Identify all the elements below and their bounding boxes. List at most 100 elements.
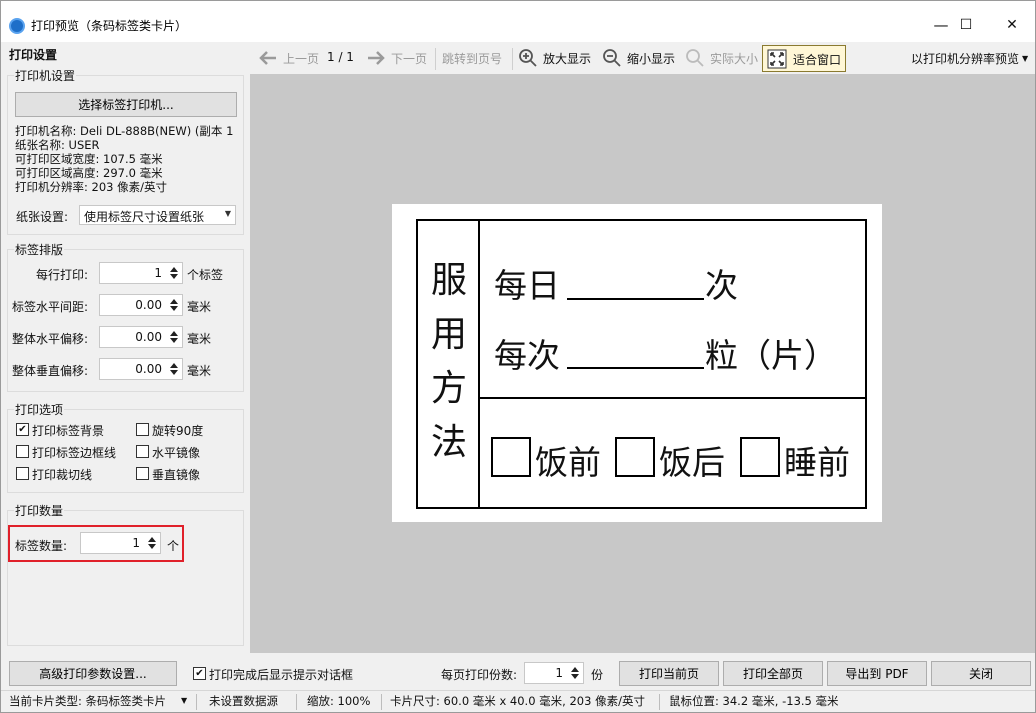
printable-height: 可打印区域高度: 297.0 毫米	[15, 166, 163, 180]
title-bar: 打印预览（条码标签类卡片） — ☐ ✕	[1, 1, 1035, 42]
h-offset-value: 0.00	[135, 330, 162, 344]
status-card-size: 卡片尺寸: 60.0 毫米 x 40.0 毫米, 203 像素/英寸	[390, 694, 645, 708]
printer-name: 打印机名称: Deli DL-888B(NEW) (副本 1	[15, 124, 234, 138]
copies-value: 1	[555, 666, 563, 680]
panel-title: 打印设置	[9, 48, 58, 62]
paper-settings-label: 纸张设置:	[16, 210, 69, 224]
label-count-unit: 个	[167, 539, 180, 553]
resolution-preview-dropdown[interactable]: 以打印机分辨率预览	[911, 50, 1019, 67]
spin-arrows-icon	[148, 537, 156, 549]
page-indicator: 1 / 1	[327, 50, 354, 64]
per-row-stepper[interactable]: 1	[99, 262, 183, 284]
h-offset-stepper[interactable]: 0.00	[99, 326, 183, 348]
spin-arrows-icon	[170, 299, 178, 311]
fit-window-icon	[767, 49, 787, 69]
status-separator	[296, 694, 297, 710]
v-mirror-checkbox[interactable]	[136, 467, 149, 480]
zoom-out-icon	[603, 49, 621, 67]
advanced-settings-button[interactable]: 高级打印参数设置...	[9, 661, 177, 686]
spin-arrows-icon	[170, 267, 178, 279]
label-border: 服 用 方 法 每日 次 每次 粒（片） 饭前 饭后 睡前	[416, 219, 867, 509]
status-separator	[659, 694, 660, 710]
status-mouse-position: 鼠标位置: 34.2 毫米, -13.5 毫米	[669, 694, 839, 708]
h-spacing-value: 0.00	[135, 298, 162, 312]
per-row-label: 每行打印:	[36, 268, 89, 282]
label-preview: 服 用 方 法 每日 次 每次 粒（片） 饭前 饭后 睡前	[392, 204, 882, 522]
label-checkbox	[740, 437, 780, 477]
group-label: 标签排版	[14, 241, 65, 258]
label-daily-blank	[567, 298, 704, 300]
h-spacing-unit: 毫米	[187, 300, 212, 314]
print-preview-window: 打印预览（条码标签类卡片） — ☐ ✕ 打印设置 打印机设置 选择标签打印机..…	[0, 0, 1036, 713]
arrow-left-icon	[259, 51, 276, 65]
h-spacing-stepper[interactable]: 0.00	[99, 294, 183, 316]
show-dialog-checkbox[interactable]: ✔	[193, 667, 206, 680]
spin-arrows-icon	[571, 667, 579, 679]
label-dose-blank	[567, 367, 704, 369]
h-offset-unit: 毫米	[187, 332, 212, 346]
label-before-sleep: 睡前	[784, 443, 850, 482]
show-dialog-label: 打印完成后显示提示对话框	[209, 668, 354, 682]
next-page-button[interactable]: 下一页	[391, 50, 427, 67]
print-all-button[interactable]: 打印全部页	[723, 661, 823, 686]
copies-unit: 份	[591, 668, 604, 682]
status-bar: 当前卡片类型: 条码标签类卡片 ▼ 未设置数据源 缩放: 100% 卡片尺寸: …	[1, 690, 1035, 712]
label-vertical-char: 服	[430, 260, 467, 301]
v-offset-label: 整体垂直偏移:	[12, 364, 89, 378]
v-offset-value: 0.00	[135, 362, 162, 376]
label-vertical-char: 法	[430, 422, 467, 463]
maximize-button[interactable]: ☐	[946, 10, 986, 40]
zoom-in-icon	[519, 49, 537, 67]
copies-stepper[interactable]: 1	[524, 662, 584, 684]
print-options-group: 打印选项 ✔ 打印标签背景 旋转90度 打印标签边框线 水平镜像 打印裁切线 垂…	[7, 401, 244, 493]
paper-name: 纸张名称: USER	[15, 138, 100, 152]
v-mirror-label: 垂直镜像	[152, 468, 201, 482]
paper-settings-value: 使用标签尺寸设置纸张	[84, 210, 205, 224]
label-layout-group: 标签排版 每行打印: 1 个标签 标签水平间距: 0.00 毫米 整体水平偏移:…	[7, 241, 244, 392]
spin-arrows-icon	[170, 363, 178, 375]
fit-window-label: 适合窗口	[793, 53, 842, 67]
label-divider-vertical	[478, 221, 480, 507]
window-title: 打印预览（条码标签类卡片）	[31, 19, 188, 33]
rotate-90-checkbox[interactable]	[136, 423, 149, 436]
group-label: 打印数量	[14, 502, 65, 519]
label-vertical-char: 方	[430, 368, 467, 409]
per-row-unit: 个标签	[187, 268, 224, 282]
zoom-in-button[interactable]: 放大显示	[543, 50, 591, 67]
label-daily-suffix: 次	[705, 266, 738, 305]
label-daily-prefix: 每日	[494, 266, 560, 305]
actual-size-icon	[686, 49, 704, 67]
printer-settings-group: 打印机设置 选择标签打印机... 打印机名称: Deli DL-888B(NEW…	[7, 67, 244, 235]
h-offset-label: 整体水平偏移:	[12, 332, 89, 346]
status-zoom: 缩放: 100%	[307, 694, 371, 708]
zoom-out-button[interactable]: 缩小显示	[627, 50, 675, 67]
print-cutline-checkbox[interactable]	[16, 467, 29, 480]
close-button[interactable]: 关闭	[931, 661, 1031, 686]
per-row-value: 1	[154, 266, 162, 280]
select-printer-button[interactable]: 选择标签打印机...	[15, 92, 237, 117]
label-count-stepper[interactable]: 1	[80, 532, 161, 554]
close-window-button[interactable]: ✕	[992, 10, 1032, 40]
copies-label: 每页打印份数:	[441, 668, 518, 682]
label-count-value: 1	[132, 536, 140, 550]
fit-window-button[interactable]: 适合窗口	[762, 45, 846, 72]
spin-arrows-icon	[170, 331, 178, 343]
print-border-checkbox[interactable]	[16, 445, 29, 458]
prev-page-button[interactable]: 上一页	[283, 50, 319, 67]
label-divider-horizontal	[480, 397, 867, 399]
goto-page-button[interactable]: 跳转到页号	[442, 50, 502, 67]
preview-area: 服 用 方 法 每日 次 每次 粒（片） 饭前 饭后 睡前	[250, 74, 1035, 653]
export-pdf-button[interactable]: 导出到 PDF	[827, 661, 927, 686]
v-offset-stepper[interactable]: 0.00	[99, 358, 183, 380]
status-card-type: 当前卡片类型: 条码标签类卡片	[9, 694, 167, 708]
label-after-meal: 饭后	[659, 443, 725, 482]
label-vertical-char: 用	[430, 314, 467, 355]
label-dose-suffix: 粒（片）	[705, 336, 837, 375]
paper-settings-select[interactable]: 使用标签尺寸设置纸张 ▼	[79, 205, 236, 225]
actual-size-button[interactable]: 实际大小	[710, 50, 758, 67]
group-label: 打印选项	[14, 401, 65, 418]
print-background-checkbox[interactable]: ✔	[16, 423, 29, 436]
h-mirror-checkbox[interactable]	[136, 445, 149, 458]
label-count-label: 标签数量:	[15, 539, 68, 553]
print-current-button[interactable]: 打印当前页	[619, 661, 719, 686]
